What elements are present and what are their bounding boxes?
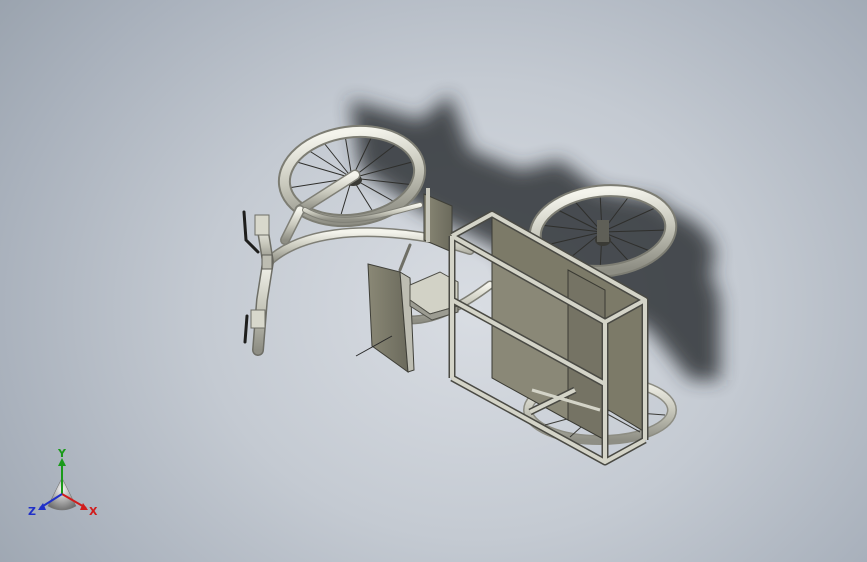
x-axis-label: X <box>89 505 98 518</box>
cargo-tricycle-model[interactable] <box>0 0 867 562</box>
graphics-viewport[interactable]: Y X Z <box>0 0 867 562</box>
steering-fork[interactable] <box>250 214 274 356</box>
z-axis-label: Z <box>28 505 36 518</box>
y-axis-label: Y <box>58 447 66 460</box>
axis-triad: Y X Z <box>28 448 108 528</box>
seat-panel[interactable] <box>367 263 415 374</box>
